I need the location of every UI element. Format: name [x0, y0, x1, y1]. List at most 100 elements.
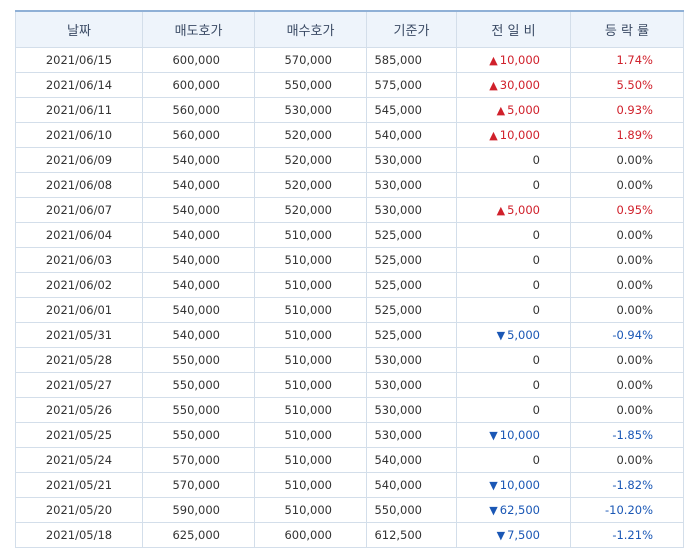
cell-rate: 0.00%: [570, 347, 684, 373]
table-row: 2021/06/15 600,000 570,000 585,000 ▲ 10,000 1.…: [15, 47, 684, 73]
cell-base-price: 530,000: [366, 172, 457, 198]
cell-change: 0: [456, 447, 571, 473]
triangle-up-icon: ▲: [489, 54, 498, 67]
column-header-ask: 매도호가: [142, 10, 255, 48]
cell-change: 0: [456, 372, 571, 398]
cell-change: 0: [456, 247, 571, 273]
cell-date: 2021/05/27: [15, 372, 143, 398]
cell-bid: 510,000: [254, 222, 367, 248]
cell-base-price: 530,000: [366, 397, 457, 423]
cell-rate: 5.50%: [570, 72, 684, 98]
cell-change: ▼ 10,000: [456, 422, 571, 448]
cell-rate: 0.93%: [570, 97, 684, 123]
column-header-bid: 매수호가: [254, 10, 367, 48]
cell-ask: 600,000: [142, 47, 255, 73]
cell-date: 2021/05/21: [15, 472, 143, 498]
cell-base-price: 585,000: [366, 47, 457, 73]
cell-rate: 0.00%: [570, 272, 684, 298]
cell-bid: 510,000: [254, 397, 367, 423]
cell-bid: 510,000: [254, 322, 367, 348]
table-row: 2021/05/26 550,000 510,000 530,000 0 0.00%: [15, 397, 684, 423]
cell-ask: 540,000: [142, 222, 255, 248]
cell-bid: 510,000: [254, 372, 367, 398]
cell-rate: 0.00%: [570, 172, 684, 198]
change-value: 0: [532, 403, 540, 417]
cell-date: 2021/05/28: [15, 347, 143, 373]
cell-date: 2021/06/14: [15, 72, 143, 98]
change-value: 10,000: [499, 428, 540, 442]
change-value: 0: [532, 303, 540, 317]
cell-rate: 0.00%: [570, 372, 684, 398]
cell-rate: -10.20%: [570, 497, 684, 523]
change-value: 0: [532, 153, 540, 167]
cell-date: 2021/06/07: [15, 197, 143, 223]
cell-ask: 550,000: [142, 347, 255, 373]
cell-ask: 560,000: [142, 97, 255, 123]
cell-rate: -1.21%: [570, 522, 684, 548]
cell-change: 0: [456, 172, 571, 198]
cell-ask: 540,000: [142, 297, 255, 323]
cell-base-price: 540,000: [366, 472, 457, 498]
cell-date: 2021/06/01: [15, 297, 143, 323]
table-row: 2021/06/03 540,000 510,000 525,000 0 0.00%: [15, 247, 684, 273]
change-value: 0: [532, 253, 540, 267]
cell-base-price: 525,000: [366, 272, 457, 298]
cell-base-price: 530,000: [366, 422, 457, 448]
cell-date: 2021/06/03: [15, 247, 143, 273]
column-header-date: 날짜: [15, 10, 143, 48]
cell-change: 0: [456, 297, 571, 323]
triangle-down-icon: ▼: [489, 504, 498, 517]
change-value: 5,000: [507, 103, 540, 117]
cell-ask: 540,000: [142, 197, 255, 223]
cell-bid: 530,000: [254, 97, 367, 123]
cell-change: 0: [456, 272, 571, 298]
cell-base-price: 525,000: [366, 322, 457, 348]
cell-base-price: 530,000: [366, 372, 457, 398]
cell-base-price: 525,000: [366, 222, 457, 248]
cell-date: 2021/06/09: [15, 147, 143, 173]
change-value: 10,000: [499, 128, 540, 142]
cell-rate: 0.00%: [570, 222, 684, 248]
cell-rate: 0.00%: [570, 447, 684, 473]
change-value: 0: [532, 453, 540, 467]
triangle-down-icon: ▼: [496, 329, 506, 342]
price-history-table: 날짜 매도호가 매수호가 기준가 전 일 비 등 락 률 2021/06/15 6…: [15, 10, 684, 548]
triangle-up-icon: ▲: [496, 104, 506, 117]
cell-ask: 550,000: [142, 422, 255, 448]
cell-base-price: 530,000: [366, 347, 457, 373]
cell-bid: 520,000: [254, 197, 367, 223]
table-row: 2021/05/27 550,000 510,000 530,000 0 0.00%: [15, 372, 684, 398]
cell-bid: 520,000: [254, 172, 367, 198]
cell-date: 2021/05/26: [15, 397, 143, 423]
cell-bid: 510,000: [254, 497, 367, 523]
cell-date: 2021/06/04: [15, 222, 143, 248]
table-row: 2021/05/31 540,000 510,000 525,000 ▼ 5,000 -0.…: [15, 322, 684, 348]
cell-ask: 540,000: [142, 247, 255, 273]
cell-rate: 0.95%: [570, 197, 684, 223]
table-row: 2021/06/11 560,000 530,000 545,000 ▲ 5,000 0.9…: [15, 97, 684, 123]
cell-change: ▼ 5,000: [456, 322, 571, 348]
cell-rate: 0.00%: [570, 147, 684, 173]
cell-change: 0: [456, 397, 571, 423]
cell-base-price: 545,000: [366, 97, 457, 123]
cell-rate: 0.00%: [570, 297, 684, 323]
cell-rate: -1.82%: [570, 472, 684, 498]
column-header-base-price: 기준가: [366, 10, 457, 48]
cell-rate: -0.94%: [570, 322, 684, 348]
cell-date: 2021/05/24: [15, 447, 143, 473]
table-body: 2021/06/15 600,000 570,000 585,000 ▲ 10,000 1.…: [15, 47, 684, 548]
cell-date: 2021/05/25: [15, 422, 143, 448]
cell-bid: 510,000: [254, 272, 367, 298]
cell-ask: 590,000: [142, 497, 255, 523]
cell-date: 2021/06/15: [15, 47, 143, 73]
table-row: 2021/05/21 570,000 510,000 540,000 ▼ 10,000 -1…: [15, 472, 684, 498]
cell-base-price: 530,000: [366, 197, 457, 223]
price-history-table-wrapper: 날짜 매도호가 매수호가 기준가 전 일 비 등 락 률 2021/06/15 6…: [15, 10, 684, 548]
cell-ask: 540,000: [142, 322, 255, 348]
table-row: 2021/05/24 570,000 510,000 540,000 0 0.00%: [15, 447, 684, 473]
cell-date: 2021/06/11: [15, 97, 143, 123]
cell-ask: 600,000: [142, 72, 255, 98]
triangle-up-icon: ▲: [489, 79, 498, 92]
cell-ask: 560,000: [142, 122, 255, 148]
change-value: 0: [532, 353, 540, 367]
